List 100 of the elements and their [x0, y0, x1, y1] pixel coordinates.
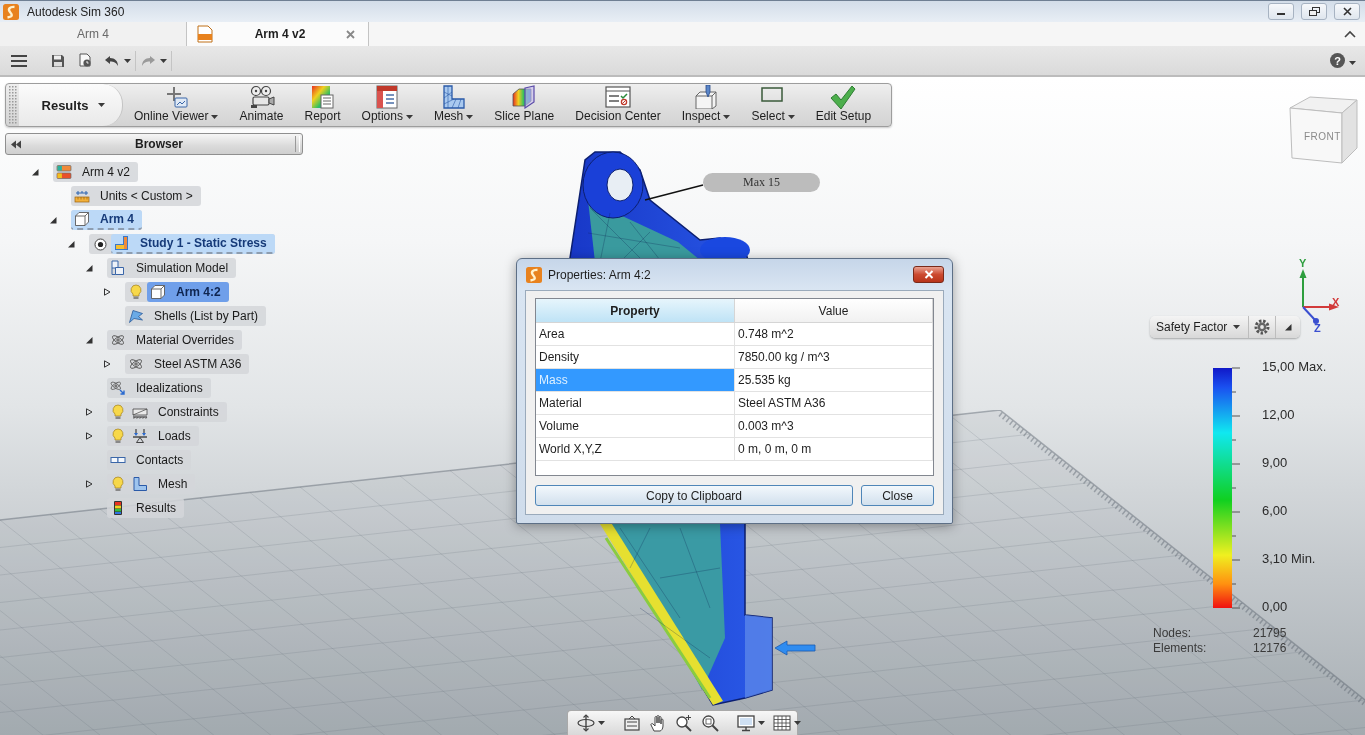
monitor-icon[interactable]	[737, 714, 755, 732]
settings-icon[interactable]	[1253, 318, 1272, 336]
atom-icon	[128, 356, 144, 372]
collapsed-triangle-icon[interactable]	[103, 360, 111, 368]
collapsed-triangle-icon[interactable]	[85, 480, 93, 488]
l-shape-icon	[132, 476, 148, 492]
dialog-button[interactable]: Close	[861, 485, 934, 506]
toolbar-button[interactable]: Edit Setup	[811, 84, 876, 126]
hand-icon[interactable]	[649, 714, 667, 732]
column-header[interactable]: Property	[536, 299, 735, 323]
expanded-triangle-icon[interactable]	[85, 264, 93, 272]
tree-item[interactable]: Contacts	[107, 450, 192, 470]
document-clock-icon[interactable]	[79, 53, 92, 68]
corner-triangle-icon[interactable]	[1284, 323, 1293, 331]
stat-value: 21795	[1253, 626, 1287, 641]
orbit-icon[interactable]	[577, 714, 595, 732]
bulb-icon[interactable]	[130, 284, 142, 300]
toolbar-button[interactable]: Slice Plane	[490, 84, 559, 126]
axis-label: X	[1332, 296, 1340, 308]
chevron-up-icon[interactable]	[1344, 30, 1356, 38]
caret-icon	[98, 103, 106, 107]
tree-item[interactable]: Material Overrides	[107, 330, 243, 350]
tree-item[interactable]: Idealizations	[107, 378, 211, 398]
stat-label: Nodes:	[1153, 626, 1193, 641]
caret-icon	[124, 58, 131, 63]
scale-label: 0,00	[1262, 599, 1289, 615]
caret-icon	[758, 721, 765, 725]
table-cell[interactable]: Volume	[536, 415, 735, 438]
tree-item[interactable]: Mesh	[129, 474, 196, 494]
blocks-icon	[110, 260, 126, 276]
workspace-dropdown[interactable]: Results	[19, 84, 123, 126]
tree-item[interactable]: Results	[107, 498, 184, 518]
window-close-button[interactable]	[1334, 3, 1360, 20]
app-logo-icon	[526, 266, 542, 283]
table-cell[interactable]: World X,Y,Z	[536, 438, 735, 461]
expanded-triangle-icon[interactable]	[31, 168, 39, 176]
table-cell: 0.003 m^3	[735, 415, 933, 438]
table-cell[interactable]: Material	[536, 392, 735, 415]
panel-title: Browser	[134, 137, 184, 151]
table-cell[interactable]: Area	[536, 323, 735, 346]
atom-icon	[110, 332, 126, 348]
close-button[interactable]	[913, 266, 944, 283]
tree-item[interactable]: Arm 4	[71, 210, 142, 230]
document-tab[interactable]: Arm 4 v2	[187, 22, 369, 46]
restore-icon	[1308, 7, 1320, 16]
table-cell: 7850.00 kg / m^3	[735, 346, 933, 369]
arrows-icon	[132, 428, 148, 444]
axis-label: Z	[1314, 322, 1321, 334]
window-title: Autodesk Sim 360	[27, 4, 125, 19]
radio-icon[interactable]	[93, 237, 107, 251]
grip-icon[interactable]	[9, 86, 18, 124]
stacked-bars-icon	[56, 164, 72, 180]
grid-icon[interactable]	[773, 714, 791, 732]
help-button[interactable]: ?	[1330, 53, 1345, 68]
tree-item[interactable]: Steel ASTM A36	[125, 354, 250, 374]
tree-item[interactable]: Units < Custom >	[71, 186, 201, 206]
collapsed-triangle-icon[interactable]	[85, 408, 93, 416]
menu-icon[interactable]	[11, 53, 27, 68]
expanded-triangle-icon[interactable]	[49, 216, 57, 224]
collapsed-triangle-icon[interactable]	[103, 288, 111, 296]
scale-label: 6,00	[1262, 503, 1289, 519]
toolbar-button[interactable]: Animate	[235, 84, 288, 126]
collapse-icon[interactable]	[11, 139, 21, 149]
table-cell: Steel ASTM A36	[735, 392, 933, 415]
expanded-triangle-icon[interactable]	[85, 336, 93, 344]
tree-item[interactable]: Arm 4:2	[147, 282, 229, 302]
save-icon[interactable]	[51, 53, 65, 68]
tree-item[interactable]: Arm 4 v2	[53, 162, 138, 182]
collapsed-triangle-icon[interactable]	[85, 432, 93, 440]
column-header[interactable]: Value	[735, 299, 933, 323]
toolbar-button[interactable]: Report	[300, 84, 345, 126]
dialog-title: Properties: Arm 4:2	[548, 267, 651, 282]
check-icon	[829, 85, 858, 109]
zoom-window-icon[interactable]	[701, 714, 719, 732]
toolbar-button[interactable]: Online Viewer	[130, 84, 223, 126]
scale-label: 3,10 Min.	[1262, 551, 1317, 567]
max-label: Max 15	[703, 173, 820, 192]
scale-label: 15,00 Max.	[1262, 359, 1327, 375]
toolbar-button[interactable]: Options	[357, 84, 417, 126]
tree-item[interactable]: Study 1 - Static Stress	[111, 234, 275, 254]
caret-icon	[794, 721, 801, 725]
table-cell: 0 m, 0 m, 0 m	[735, 438, 933, 461]
undo-icon[interactable]	[104, 54, 120, 67]
close-icon[interactable]	[346, 29, 355, 39]
tree-item[interactable]: Shells (List by Part)	[125, 306, 267, 326]
toolbar-button[interactable]: Select	[747, 84, 799, 126]
arrow-icon	[773, 638, 817, 658]
flag-icon	[128, 308, 144, 324]
probe-icon	[692, 85, 720, 109]
tree-item[interactable]: Simulation Model	[107, 258, 237, 278]
frame-icon[interactable]	[623, 714, 641, 732]
minimize-button[interactable]	[1268, 3, 1294, 20]
zoom-icon[interactable]	[675, 714, 693, 732]
toolbar-button[interactable]: Mesh	[429, 84, 478, 126]
restore-button[interactable]	[1301, 3, 1327, 20]
expanded-triangle-icon[interactable]	[67, 240, 75, 248]
toolbar-button[interactable]: Inspect	[677, 84, 735, 126]
dialog-button[interactable]: Copy to Clipboard	[535, 485, 853, 506]
document-tab[interactable]: Arm 4	[0, 22, 187, 46]
toolbar-button[interactable]: Decision Center	[571, 84, 665, 126]
